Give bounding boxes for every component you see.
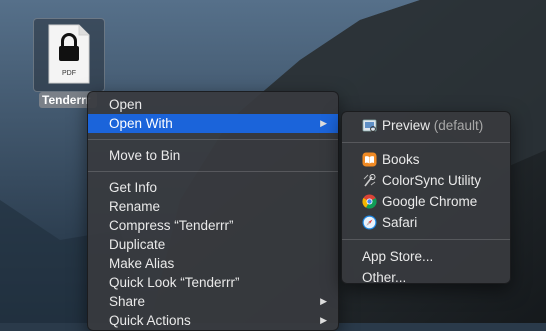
default-suffix: (default)	[433, 118, 484, 133]
menu-item-make-alias[interactable]: Make Alias	[88, 254, 338, 273]
menu-separator	[88, 171, 338, 172]
colorsync-icon	[363, 174, 376, 187]
menu-item-quick-actions-label: Quick Actions	[109, 313, 191, 328]
menu-item-open-with[interactable]: Open With ▶	[88, 114, 338, 133]
submenu-arrow-icon: ▶	[320, 296, 327, 306]
safari-icon	[362, 215, 377, 230]
books-label: Books	[382, 152, 420, 167]
colorsync-label: ColorSync Utility	[382, 173, 482, 188]
menu-item-compress[interactable]: Compress “Tenderrr”	[88, 216, 338, 235]
menu-item-get-info[interactable]: Get Info	[88, 178, 338, 197]
menu-item-share[interactable]: Share ▶	[88, 292, 338, 311]
submenu-arrow-icon: ▶	[320, 118, 327, 128]
preview-icon	[362, 119, 377, 132]
submenu-item-chrome[interactable]: Google Chrome	[342, 191, 510, 212]
submenu-item-books[interactable]: Books	[342, 149, 510, 170]
menu-item-share-label: Share	[109, 294, 146, 309]
menu-item-open[interactable]: Open	[88, 95, 338, 114]
menu-item-rename[interactable]: Rename	[88, 197, 338, 216]
menu-separator	[88, 139, 338, 140]
file-type-label: PDF	[62, 70, 76, 77]
chrome-label: Google Chrome	[382, 194, 478, 209]
submenu-separator	[342, 142, 510, 143]
menu-item-quick-actions[interactable]: Quick Actions ▶	[88, 311, 338, 330]
books-icon	[362, 152, 377, 167]
submenu-item-app-store[interactable]: App Store...	[342, 246, 510, 267]
context-menu: Open Open With ▶ Move to Bin Get Info Re…	[87, 91, 339, 331]
pdf-file-icon[interactable]: PDF	[47, 23, 91, 85]
submenu-separator	[342, 239, 510, 240]
submenu-item-safari[interactable]: Safari	[342, 212, 510, 233]
menu-item-open-with-label: Open With	[109, 116, 173, 131]
submenu-item-preview[interactable]: Preview (default)	[342, 115, 510, 136]
open-with-submenu: Preview (default) Books ColorSync Utilit…	[341, 111, 511, 285]
preview-label: Preview	[382, 118, 431, 133]
menu-item-move-to-bin[interactable]: Move to Bin	[88, 146, 338, 165]
menu-item-duplicate[interactable]: Duplicate	[88, 235, 338, 254]
submenu-item-other[interactable]: Other...	[342, 267, 510, 288]
submenu-item-colorsync[interactable]: ColorSync Utility	[342, 170, 510, 191]
safari-label: Safari	[382, 215, 418, 230]
menu-item-quick-look[interactable]: Quick Look “Tenderrr”	[88, 273, 338, 292]
file-icon-selection[interactable]: PDF	[33, 18, 105, 92]
chrome-icon	[362, 194, 377, 209]
submenu-arrow-icon: ▶	[320, 315, 327, 325]
